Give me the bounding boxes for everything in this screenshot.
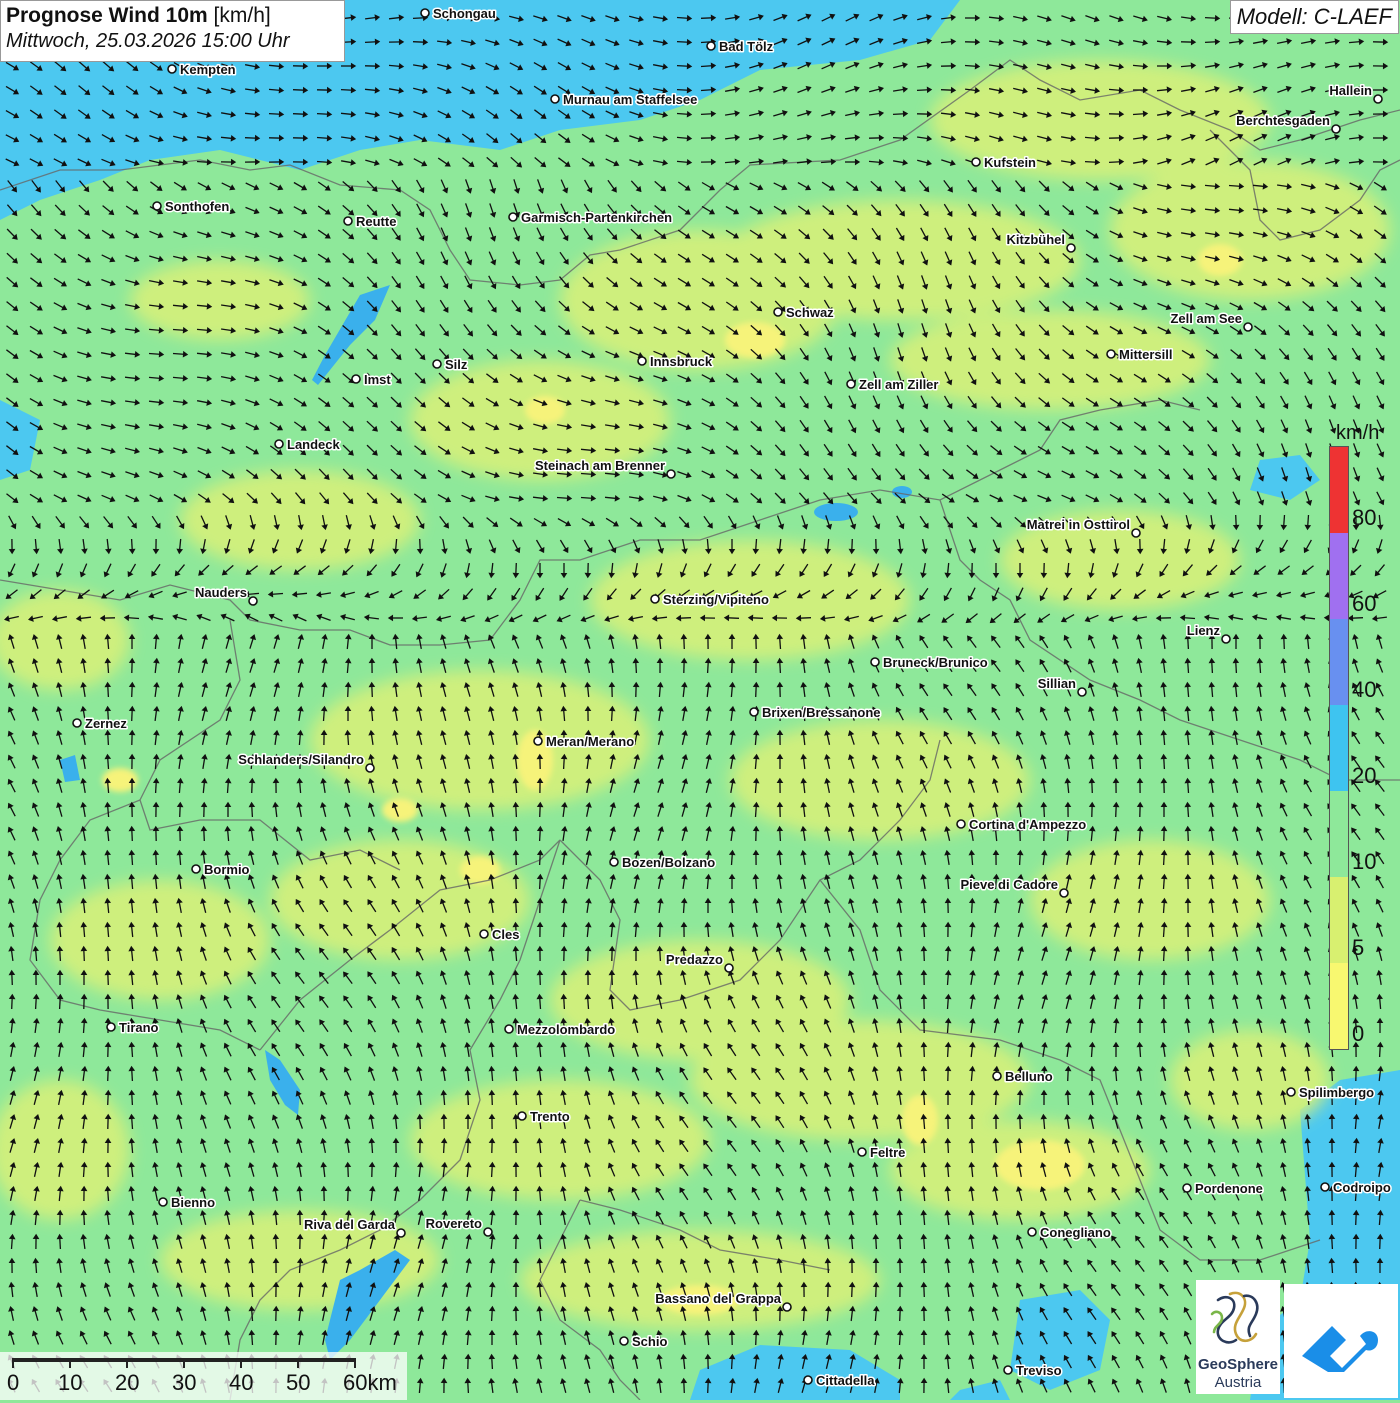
wind-forecast-map[interactable]: SchongauBad TölzKemptenMurnau am Staffel… — [0, 0, 1400, 1400]
